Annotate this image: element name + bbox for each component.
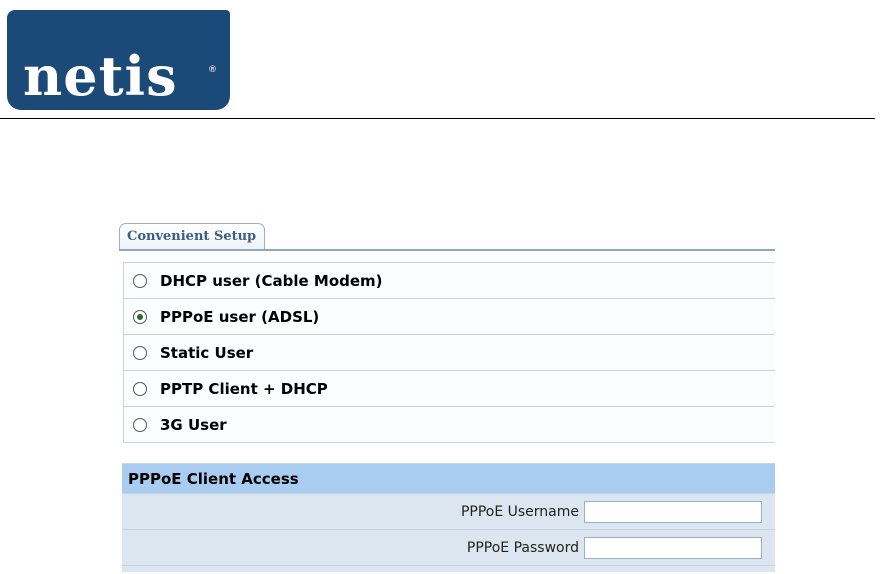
option-dhcp-user[interactable]: DHCP user (Cable Modem) [123,262,775,298]
tab-underline [119,249,775,251]
pppoe-username-label: PPPoE Username [460,503,579,520]
radio-dhcp-user[interactable] [133,273,147,288]
pppoe-password-input[interactable] [584,536,762,559]
option-pptp-client[interactable]: PPTP Client + DHCP [123,370,775,406]
connection-type-options: DHCP user (Cable Modem) PPPoE user (ADSL… [123,262,775,443]
radio-pptp-client[interactable] [133,381,147,396]
option-3g-user[interactable]: 3G User [123,406,775,443]
header-divider [0,118,875,119]
netis-logo: netis ® [7,10,230,110]
pppoe-password-label: PPPoE Password [466,539,579,556]
pppoe-username-input[interactable] [584,500,762,523]
option-label: DHCP user (Cable Modem) [160,271,383,290]
tab-convenient-setup[interactable]: Convenient Setup [119,223,266,249]
option-label: PPPoE user (ADSL) [160,307,320,326]
pppoe-username-row: PPPoE Username [122,493,775,529]
radio-static-user[interactable] [133,345,147,360]
option-static-user[interactable]: Static User [123,334,775,370]
radio-pppoe-user[interactable] [133,309,147,324]
option-label: PPTP Client + DHCP [160,379,328,398]
pppoe-password-row: PPPoE Password [122,529,775,565]
section-title: PPPoE Client Access [122,463,775,493]
option-label: Static User [160,343,254,362]
form-row-continuation [122,565,775,572]
option-pppoe-user[interactable]: PPPoE user (ADSL) [123,298,775,334]
radio-3g-user[interactable] [133,417,147,432]
pppoe-client-access-section: PPPoE Client Access PPPoE Username PPPoE… [122,463,775,572]
logo-text: netis [23,44,178,108]
option-label: 3G User [160,415,227,434]
logo-registered-mark: ® [208,65,217,75]
